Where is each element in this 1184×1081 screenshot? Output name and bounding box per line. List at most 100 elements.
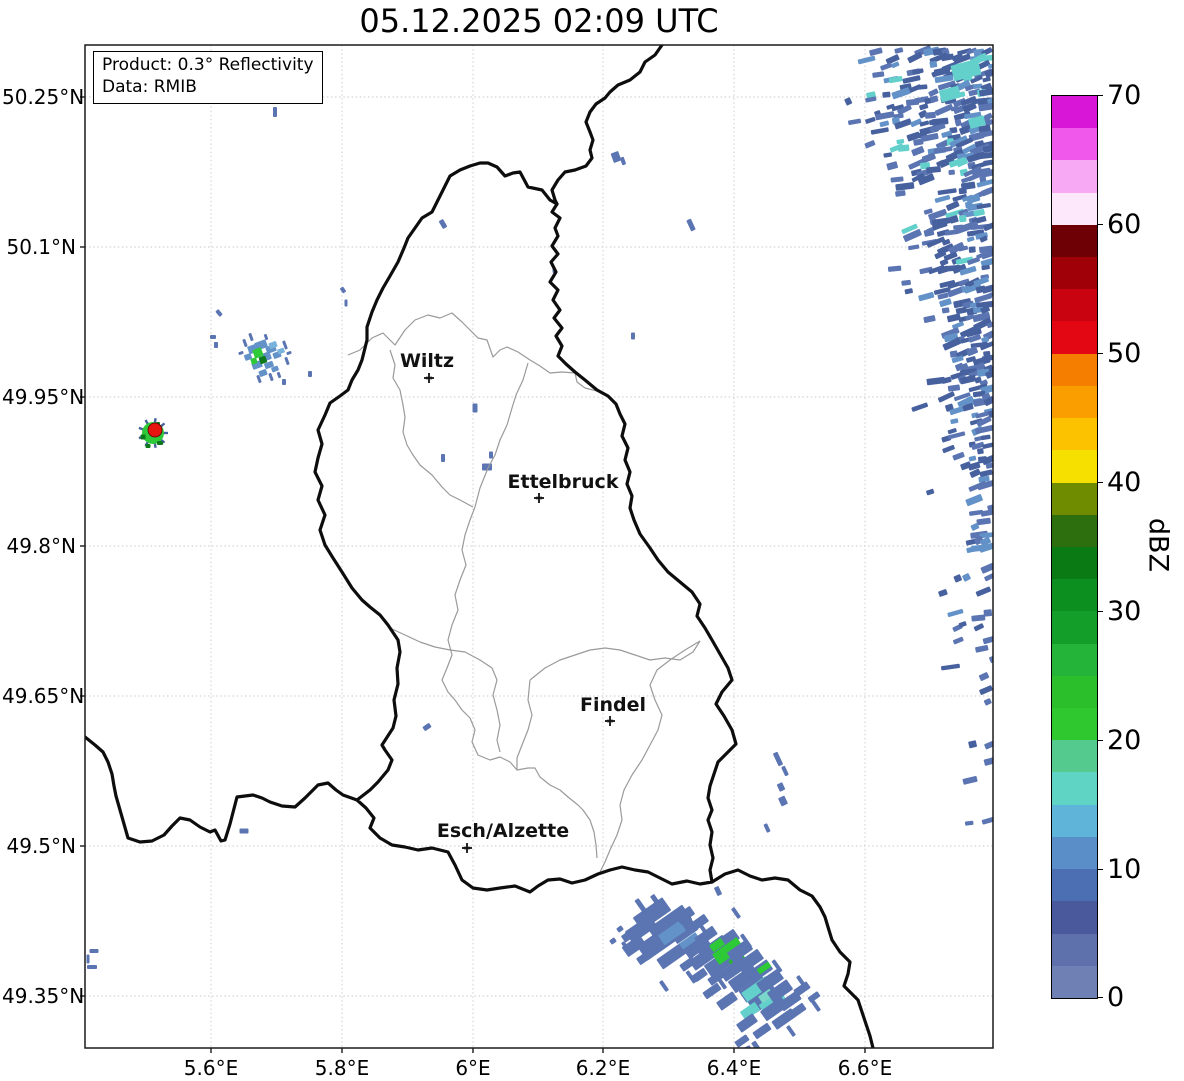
- echo-speck: [686, 218, 696, 232]
- clutter-streak: [934, 195, 951, 203]
- clutter-streak: [895, 182, 915, 191]
- echo-speck: [214, 342, 218, 348]
- clutter-streak: [926, 488, 935, 496]
- precip-cluster-southeast: [609, 894, 821, 1048]
- x-tick-label: 6.2°E: [575, 1056, 631, 1080]
- colorbar-segment: [1052, 353, 1097, 386]
- clutter-streak: [923, 228, 935, 237]
- precip-cell: [242, 339, 248, 347]
- city-label: Findel: [580, 694, 646, 716]
- clutter-streak: [940, 663, 960, 671]
- clutter-streak: [955, 306, 968, 315]
- precip-cell: [276, 371, 282, 379]
- echo-speck: [742, 1045, 752, 1048]
- echo-speck: [239, 828, 249, 834]
- echo-speck: [340, 286, 346, 294]
- y-tick-label: 49.35°N: [2, 984, 85, 1008]
- colorbar-segment: [1052, 804, 1097, 837]
- colorbar-segment: [1052, 514, 1097, 547]
- precip-cell: [268, 373, 274, 381]
- y-tick-label: 50.25°N: [2, 85, 85, 109]
- clutter-streak: [919, 103, 929, 111]
- echo-speck: [610, 151, 622, 163]
- colorbar-segment: [1052, 772, 1097, 805]
- clutter-band: [844, 45, 993, 826]
- clutter-streak: [959, 215, 967, 223]
- clutter-streak: [938, 589, 948, 597]
- echo-speck: [776, 782, 786, 792]
- clutter-streak: [952, 451, 965, 461]
- radar-echoes: [86, 45, 993, 1048]
- clutter-streak: [958, 187, 967, 195]
- colorbar-segment: [1052, 708, 1097, 741]
- clutter-streak: [942, 444, 955, 454]
- colorbar-tick-mark: [1097, 740, 1103, 741]
- clutter-streak: [962, 573, 971, 582]
- clutter-streak: [901, 279, 911, 286]
- clutter-streak: [880, 62, 893, 71]
- clutter-streak: [882, 91, 891, 98]
- echo-speck: [282, 379, 286, 385]
- clutter-streak: [980, 562, 993, 574]
- colorbar-segment: [1052, 901, 1097, 934]
- clutter-streak: [865, 116, 876, 124]
- clutter-streak: [958, 621, 967, 628]
- clutter-streak: [894, 47, 904, 54]
- city-marker-icon: [605, 716, 615, 726]
- echo-speck: [763, 823, 771, 833]
- y-tick-label: 49.5°N: [6, 834, 77, 858]
- clutter-streak: [918, 291, 935, 302]
- y-tick-label: 49.65°N: [2, 684, 85, 708]
- y-tick-label: 50.1°N: [6, 235, 77, 259]
- echo-speck: [441, 454, 445, 462]
- clutter-streak: [948, 169, 955, 176]
- city-marker-icon: [424, 373, 434, 383]
- precip-cell: [616, 925, 624, 933]
- echo-speck: [781, 765, 789, 777]
- clutter-streak: [968, 740, 977, 749]
- precip-cell: [716, 991, 738, 1011]
- clutter-streak: [966, 346, 979, 357]
- clutter-streak: [945, 200, 960, 211]
- clutter-streak: [965, 494, 983, 507]
- colorbar-segment: [1052, 224, 1097, 257]
- colorbar-segment: [1052, 450, 1097, 483]
- data-source-label: Data: RMIB: [102, 76, 197, 97]
- country-borders: [85, 45, 875, 1048]
- clutter-streak: [975, 644, 989, 653]
- clutter-streak: [870, 127, 889, 135]
- map-canvas: Wiltz Ettelbruck Findel Esch/Alzette: [80, 44, 994, 1053]
- clutter-streak: [886, 161, 899, 171]
- clutter-streak: [975, 586, 992, 597]
- clutter-streak: [978, 672, 990, 681]
- precip-cell: [659, 980, 669, 992]
- clutter-streak: [953, 574, 962, 583]
- colorbar-segment: [1052, 385, 1097, 419]
- luxembourg-border-path: [313, 161, 738, 894]
- clutter-streak: [902, 75, 921, 84]
- clutter-streak: [984, 738, 993, 750]
- city-label: Wiltz: [400, 350, 454, 372]
- clutter-streak: [869, 47, 883, 56]
- canton-border-path: [529, 640, 701, 681]
- echo-speck: [344, 299, 348, 307]
- precip-cell: [752, 1022, 772, 1040]
- colorbar-segment: [1052, 256, 1097, 290]
- colorbar: [1051, 95, 1098, 999]
- clutter-streak: [950, 418, 959, 425]
- precip-cell: [258, 369, 268, 377]
- colorbar-tick-mark: [1097, 482, 1103, 483]
- precip-cell: [248, 333, 254, 341]
- y-tick-label: 49.8°N: [6, 534, 77, 558]
- echo-speck: [489, 451, 493, 459]
- echo-speck: [86, 954, 90, 964]
- colorbar-segment: [1052, 289, 1097, 322]
- clutter-streak: [911, 146, 925, 157]
- clutter-streak: [912, 68, 924, 75]
- strong-echo-west: [138, 418, 168, 448]
- x-tick-label: 5.8°E: [314, 1056, 370, 1080]
- clutter-streak: [971, 614, 986, 622]
- colorbar-tick-mark: [1097, 224, 1103, 225]
- echo-speck: [714, 886, 722, 896]
- colorbar-segment: [1052, 611, 1097, 644]
